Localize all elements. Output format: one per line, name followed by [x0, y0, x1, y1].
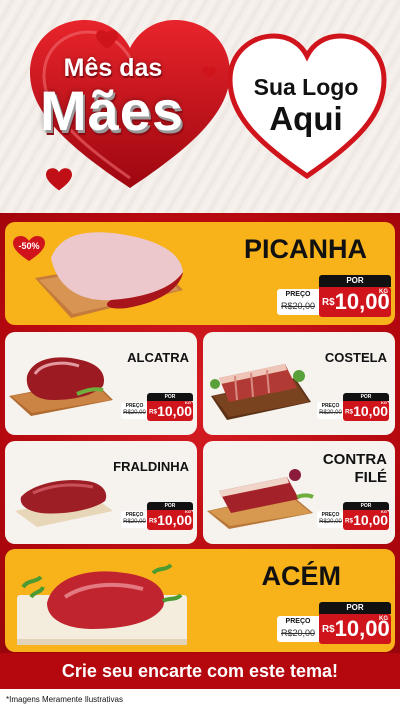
new-price: R$10,00 KG — [319, 287, 391, 317]
fraldinha-image — [15, 479, 113, 527]
costela-image — [210, 364, 311, 420]
currency: R$ — [345, 517, 354, 525]
unit: KG — [379, 289, 388, 295]
old-price-label: PREÇO — [125, 403, 144, 409]
currency: R$ — [149, 408, 158, 416]
product-name: PICANHA — [243, 234, 367, 264]
old-price-label: PREÇO — [321, 403, 340, 409]
unit: KG — [185, 400, 191, 405]
price-tag: POR PREÇO R$20,00 R$10,00 KG — [277, 602, 391, 644]
product-name-line: FILÉ — [354, 469, 388, 486]
old-price: R$20,00 — [319, 410, 342, 416]
unit: KG — [185, 509, 191, 514]
old-price: R$20,00 — [280, 628, 316, 638]
new-price: R$10,00 KG — [147, 400, 193, 421]
logo-text: Sua Logo — [253, 74, 359, 100]
old-price-box: PREÇO R$20,00 — [317, 402, 344, 419]
currency: R$ — [149, 517, 158, 525]
header: Mês das Mães Sua Logo Aqui — [0, 0, 400, 213]
old-price: R$20,00 — [319, 519, 342, 525]
product-card-alcatra[interactable]: ALCATRA POR PREÇO R$20,00 R$10,00 KG — [5, 332, 197, 435]
product-card-fraldinha[interactable]: FRALDINHA POR PREÇO R$20,00 R$10,00 KG — [5, 441, 197, 544]
old-price-box: PREÇO R$20,00 — [121, 402, 148, 419]
price-tag: POR PREÇO R$20,00 R$10,00 KG — [317, 502, 389, 530]
new-price: R$10,00 KG — [147, 509, 193, 530]
product-name: ACÉM — [261, 561, 342, 591]
small-heart-icon — [202, 66, 216, 79]
unit: KG — [381, 400, 387, 405]
old-price: R$20,00 — [123, 519, 146, 525]
old-price: R$20,00 — [123, 410, 146, 416]
new-price: R$10,00 KG — [343, 400, 389, 421]
disclaimer: *Imagens Meramente Ilustrativas — [0, 689, 400, 711]
old-price-label: PREÇO — [125, 512, 144, 518]
product-card-acem[interactable]: ACÉM POR PREÇO R$20,00 R$10,00 KG — [5, 549, 395, 652]
old-price-label: PREÇO — [285, 618, 311, 625]
old-price: R$20,00 — [280, 301, 316, 311]
alcatra-image — [9, 357, 113, 416]
product-name: ALCATRA — [127, 350, 189, 365]
title-line2: Mães — [39, 79, 185, 142]
product-name: FRALDINHA — [113, 459, 189, 474]
price-tag: POR PREÇO R$20,00 R$10,00 KG — [121, 502, 193, 530]
acem-image — [17, 563, 187, 645]
currency: R$ — [322, 297, 335, 309]
product-name-line: CONTRA — [322, 451, 387, 468]
old-price-box: PREÇO R$20,00 — [121, 511, 148, 528]
old-price-box: PREÇO R$20,00 — [317, 511, 344, 528]
unit: KG — [379, 616, 388, 622]
price-tag: POR PREÇO R$20,00 R$10,00 KG — [121, 393, 193, 421]
price-tag: POR PREÇO R$20,00 R$10,00 KG — [317, 393, 389, 421]
product-card-contra-file[interactable]: CONTRA FILÉ POR PREÇO R$20,00 R$10,00 KG — [203, 441, 395, 544]
product-name: COSTELA — [324, 350, 387, 365]
old-price-label: PREÇO — [285, 291, 311, 298]
product-card-picanha[interactable]: -50% PICANHA POR PREÇO R$20,00 R$10,00 K… — [5, 222, 395, 325]
cta-banner: Crie seu encarte com este tema! — [0, 653, 400, 689]
logo-text: Aqui — [269, 100, 343, 137]
old-price-label: PREÇO — [321, 512, 340, 518]
discount-badge: -50% — [18, 241, 40, 251]
small-heart-icon — [46, 168, 72, 191]
new-price: R$10,00 KG — [319, 614, 391, 644]
currency: R$ — [345, 408, 354, 416]
product-card-costela[interactable]: COSTELA POR PREÇO R$20,00 R$10,00 KG — [203, 332, 395, 435]
product-name: CONTRA FILÉ — [323, 451, 387, 487]
product-area: -50% PICANHA POR PREÇO R$20,00 R$10,00 K… — [0, 213, 400, 689]
contra-file-image — [207, 469, 314, 529]
price-tag: POR PREÇO R$20,00 R$10,00 KG — [277, 275, 391, 317]
old-price-box: PREÇO R$20,00 — [277, 289, 319, 315]
old-price-box: PREÇO R$20,00 — [277, 616, 319, 642]
new-price: R$10,00 KG — [343, 509, 389, 530]
currency: R$ — [322, 624, 335, 636]
unit: KG — [381, 509, 387, 514]
small-heart-icon — [96, 30, 118, 49]
picanha-image — [35, 232, 183, 318]
